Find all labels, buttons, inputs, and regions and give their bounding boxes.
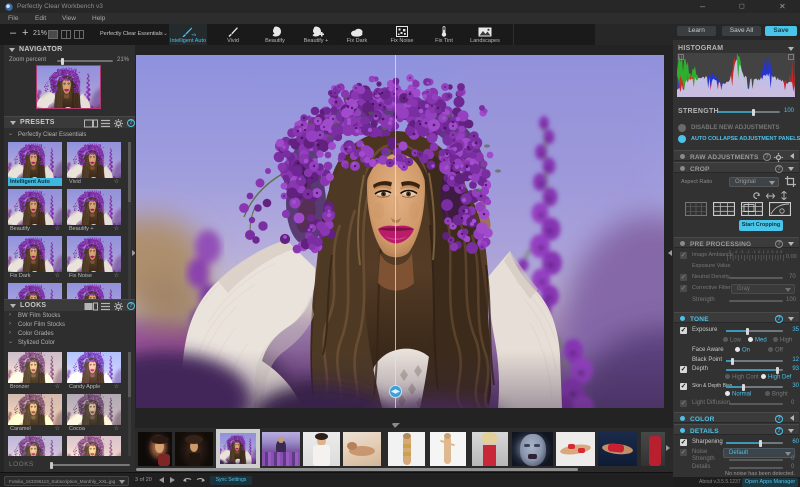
svg-text:-5 -4 -3 -2 -1 0 1 2 3 4 5: -5 -4 -3 -2 -1 0 1 2 3 4 5 [727, 250, 782, 254]
svg-text:+60: +60 [191, 32, 196, 37]
